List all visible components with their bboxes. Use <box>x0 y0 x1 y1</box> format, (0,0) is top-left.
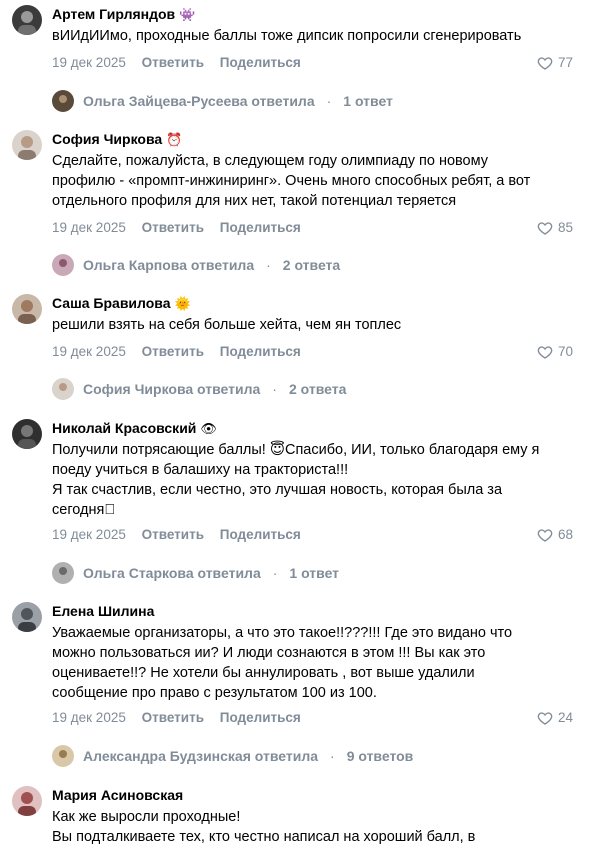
like-count: 77 <box>557 55 573 70</box>
comment-author[interactable]: Артем Гирляндов 👾 <box>52 5 195 24</box>
reply-author: Ольга Зайцева-Русеева <box>83 93 248 109</box>
separator-dot: · <box>330 748 335 764</box>
reply-avatar <box>52 745 74 767</box>
comment-text: Сделайте, пожалуйста, в следующем году о… <box>52 153 531 209</box>
reply-count: 1 ответ <box>343 93 393 109</box>
reply-verb: ответила <box>197 381 261 397</box>
heart-icon <box>537 346 553 359</box>
share-button[interactable]: Поделиться <box>220 55 301 70</box>
reply-avatar <box>52 562 74 584</box>
comment-text: вИИдИИмо, проходные баллы тоже дипсик по… <box>52 28 522 44</box>
separator-dot: · <box>326 93 332 109</box>
share-button[interactable]: Поделиться <box>220 220 301 235</box>
reply-button[interactable]: Ответить <box>142 220 204 235</box>
comment-text: решили взять на себя больше хейта, чем я… <box>52 317 402 333</box>
comment-meta: 19 дек 2025 Ответить Поделиться <box>52 219 313 237</box>
avatar[interactable] <box>12 419 42 449</box>
separator-dot: · <box>272 381 277 397</box>
avatar[interactable] <box>12 602 42 632</box>
comment-date: 19 дек 2025 <box>52 344 126 359</box>
comment-author[interactable]: Саша Бравилова 🌞 <box>52 294 191 313</box>
reply-avatar <box>52 378 74 400</box>
comment-author[interactable]: Николай Красовский 👁 <box>52 419 217 438</box>
reply-count: 1 ответ <box>289 565 340 581</box>
comment-text: Как же выросли проходные! Вы подталкивае… <box>52 809 476 845</box>
share-button[interactable]: Поделиться <box>220 710 301 725</box>
author-name[interactable]: Николай Красовский <box>52 420 196 436</box>
comment-date: 19 дек 2025 <box>52 527 126 542</box>
reply-author: Ольга Карпова <box>83 257 187 273</box>
comment-text: Получили потрясающие баллы! 😇Спасибо, ИИ… <box>52 442 540 518</box>
reply-author: София Чиркова <box>83 381 194 397</box>
replies-thread[interactable]: София Чиркова ответила · 2 ответа <box>52 378 346 400</box>
avatar[interactable] <box>12 786 42 816</box>
avatar[interactable] <box>12 5 42 35</box>
author-name[interactable]: Артем Гирляндов <box>52 6 175 22</box>
like-button[interactable]: 85 <box>537 219 573 237</box>
like-count: 70 <box>557 344 573 359</box>
reply-avatar <box>52 254 74 276</box>
like-count: 68 <box>557 527 573 542</box>
comment-author[interactable]: Мария Асиновская <box>52 786 183 804</box>
comment-author[interactable]: Елена Шилина <box>52 602 158 621</box>
replies-thread[interactable]: Ольга Карпова ответила · 2 ответа <box>52 254 340 276</box>
like-button[interactable]: 24 <box>537 709 573 727</box>
comment-author[interactable]: София Чиркова ⏰ <box>52 130 182 149</box>
replies-thread[interactable]: Ольга Старкова ответила · 1 ответ <box>52 562 339 584</box>
author-name[interactable]: София Чиркова <box>52 131 162 147</box>
replies-thread[interactable]: Александра Будзинская ответила · 9 ответ… <box>52 745 413 767</box>
reply-button[interactable]: Ответить <box>142 55 204 70</box>
comment-meta: 19 дек 2025 Ответить Поделиться <box>52 54 313 72</box>
status-emoji: ⏰ <box>166 132 183 147</box>
reply-author: Александра Будзинская <box>83 748 251 764</box>
status-emoji: 👾 <box>179 7 196 22</box>
replies-thread[interactable]: Ольга Зайцева-Русеева ответила · 1 ответ <box>52 90 393 112</box>
reply-count: 9 ответов <box>346 748 414 764</box>
comment-meta: 19 дек 2025 Ответить Поделиться <box>52 343 313 361</box>
heart-icon <box>537 529 553 542</box>
separator-dot: · <box>266 257 271 273</box>
reply-count: 2 ответа <box>288 381 347 397</box>
author-name[interactable]: Мария Асиновская <box>52 787 183 803</box>
reply-button[interactable]: Ответить <box>142 710 204 725</box>
reply-verb: ответила <box>254 748 319 764</box>
reply-avatar <box>52 90 74 112</box>
like-count: 24 <box>557 710 573 725</box>
reply-count: 2 ответа <box>282 257 341 273</box>
comment-meta: 19 дек 2025 Ответить Поделиться <box>52 709 313 727</box>
heart-icon <box>537 712 553 725</box>
like-button[interactable]: 70 <box>537 343 573 361</box>
comment-meta: 19 дек 2025 Ответить Поделиться <box>52 526 313 544</box>
comment-date: 19 дек 2025 <box>52 710 126 725</box>
like-count: 85 <box>557 220 573 235</box>
reply-author: Ольга Старкова <box>83 565 194 581</box>
heart-icon <box>537 57 553 70</box>
reply-verb: ответила <box>190 257 255 273</box>
like-button[interactable]: 77 <box>537 54 573 72</box>
status-emoji: 👁 <box>200 421 217 436</box>
status-emoji: 🌞 <box>174 296 191 311</box>
comment-date: 19 дек 2025 <box>52 55 126 70</box>
reply-button[interactable]: Ответить <box>142 344 204 359</box>
reply-verb: ответила <box>251 93 315 109</box>
reply-button[interactable]: Ответить <box>142 527 204 542</box>
avatar[interactable] <box>12 294 42 324</box>
comment-date: 19 дек 2025 <box>52 220 126 235</box>
comment-text: Уважаемые организаторы, а что это такое!… <box>52 625 513 701</box>
heart-icon <box>537 222 553 235</box>
share-button[interactable]: Поделиться <box>220 527 301 542</box>
like-button[interactable]: 68 <box>537 526 573 544</box>
share-button[interactable]: Поделиться <box>220 344 301 359</box>
avatar[interactable] <box>12 130 42 160</box>
separator-dot: · <box>272 565 278 581</box>
author-name[interactable]: Саша Бравилова <box>52 295 171 311</box>
author-name[interactable]: Елена Шилина <box>52 603 154 619</box>
reply-verb: ответила <box>197 565 261 581</box>
